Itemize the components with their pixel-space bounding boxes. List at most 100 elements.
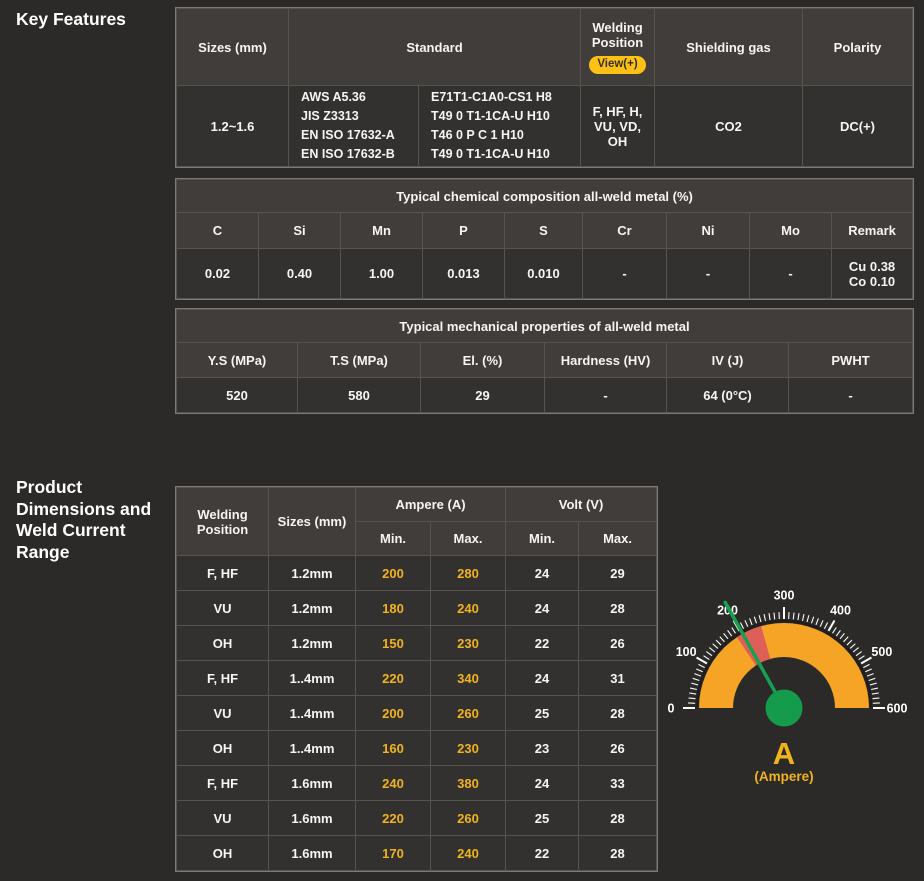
table-row: VU 1.2mm 180 240 24 28: [177, 591, 657, 626]
s-value: 0.010: [505, 249, 583, 299]
gauge-unit-symbol: A: [773, 736, 795, 771]
col-header-sizes: Sizes (mm): [269, 488, 356, 556]
col-header-mo: Mo: [750, 213, 832, 249]
ni-value: -: [667, 249, 750, 299]
position-cell: OH: [177, 626, 269, 661]
svg-text:500: 500: [871, 645, 892, 659]
svg-text:100: 100: [676, 645, 697, 659]
volt-max-cell: 26: [579, 731, 657, 766]
amp-min-cell: 240: [356, 766, 431, 801]
col-header-volt: Volt (V): [506, 488, 657, 522]
p-value: 0.013: [423, 249, 505, 299]
size-cell: 1..4mm: [269, 661, 356, 696]
spec-data-row: 1.2~1.6 AWS A5.36 JIS Z3313 EN ISO 17632…: [177, 86, 913, 167]
shielding-gas-value: CO2: [655, 86, 803, 167]
volt-min-cell: 24: [506, 661, 579, 696]
table-row: F, HF 1.2mm 200 280 24 29: [177, 556, 657, 591]
position-cell: F, HF: [177, 661, 269, 696]
amp-min-cell: 200: [356, 696, 431, 731]
amp-min-cell: 160: [356, 731, 431, 766]
si-value: 0.40: [259, 249, 341, 299]
iv-value: 64 (0°C): [667, 378, 789, 413]
amp-max-cell: 260: [431, 696, 506, 731]
volt-max-cell: 28: [579, 591, 657, 626]
col-header-amp-min: Min.: [356, 522, 431, 556]
volt-max-cell: 29: [579, 556, 657, 591]
gauge-hub: [766, 690, 803, 727]
volt-max-cell: 28: [579, 836, 657, 871]
volt-max-cell: 33: [579, 766, 657, 801]
amp-max-cell: 260: [431, 801, 506, 836]
standard-list-2: E71T1-C1A0-CS1 H8 T49 0 T1-1CA-U H10 T46…: [419, 86, 581, 167]
col-header-amp-max: Max.: [431, 522, 506, 556]
volt-min-cell: 24: [506, 556, 579, 591]
col-header-sizes: Sizes (mm): [177, 9, 289, 86]
current-header-row-1: Welding Position Sizes (mm) Ampere (A) V…: [177, 488, 657, 522]
volt-min-cell: 25: [506, 696, 579, 731]
section-title-product-dimensions: Product Dimensions and Weld Current Rang…: [16, 477, 178, 563]
col-header-iv: IV (J): [667, 343, 789, 378]
standard-list-1: AWS A5.36 JIS Z3313 EN ISO 17632-A EN IS…: [289, 86, 419, 167]
sizes-value: 1.2~1.6: [177, 86, 289, 167]
table-row: OH 1.2mm 150 230 22 26: [177, 626, 657, 661]
svg-text:300: 300: [774, 589, 795, 603]
table-row: F, HF 1.6mm 240 380 24 33: [177, 766, 657, 801]
volt-min-cell: 22: [506, 836, 579, 871]
volt-max-cell: 28: [579, 801, 657, 836]
amp-min-cell: 170: [356, 836, 431, 871]
size-cell: 1.2mm: [269, 556, 356, 591]
amp-max-cell: 230: [431, 731, 506, 766]
volt-min-cell: 24: [506, 766, 579, 801]
amp-max-cell: 230: [431, 626, 506, 661]
view-expand-button[interactable]: View(+): [589, 56, 645, 75]
amp-min-cell: 150: [356, 626, 431, 661]
col-header-cr: Cr: [583, 213, 667, 249]
chemical-data-row: 0.02 0.40 1.00 0.013 0.010 - - - Cu 0.38…: [177, 249, 913, 299]
col-header-c: C: [177, 213, 259, 249]
gauge-unit-label: (Ampere): [754, 769, 813, 784]
mechanical-properties-table: Typical mechanical properties of all-wel…: [176, 309, 913, 413]
el-value: 29: [421, 378, 545, 413]
col-header-volt-min: Min.: [506, 522, 579, 556]
position-cell: OH: [177, 731, 269, 766]
volt-max-cell: 26: [579, 626, 657, 661]
amp-min-cell: 180: [356, 591, 431, 626]
position-cell: VU: [177, 801, 269, 836]
svg-text:600: 600: [887, 702, 908, 716]
table-row: F, HF 1..4mm 220 340 24 31: [177, 661, 657, 696]
volt-min-cell: 25: [506, 801, 579, 836]
position-cell: VU: [177, 591, 269, 626]
ampere-gauge: A (Ampere) 0100200300400500600: [652, 576, 916, 784]
amp-max-cell: 340: [431, 661, 506, 696]
col-header-remark: Remark: [832, 213, 913, 249]
position-cell: F, HF: [177, 766, 269, 801]
size-cell: 1.6mm: [269, 766, 356, 801]
size-cell: 1..4mm: [269, 696, 356, 731]
pwht-value: -: [789, 378, 913, 413]
size-cell: 1.2mm: [269, 626, 356, 661]
cr-value: -: [583, 249, 667, 299]
ys-value: 520: [177, 378, 298, 413]
spec-table: Sizes (mm) Standard Welding Position Vie…: [176, 8, 913, 167]
table-row: VU 1.6mm 220 260 25 28: [177, 801, 657, 836]
volt-min-cell: 22: [506, 626, 579, 661]
mechanical-title-row: Typical mechanical properties of all-wel…: [177, 310, 913, 343]
volt-min-cell: 24: [506, 591, 579, 626]
col-header-s: S: [505, 213, 583, 249]
amp-max-cell: 240: [431, 591, 506, 626]
svg-text:400: 400: [830, 604, 851, 618]
col-header-ampere: Ampere (A): [356, 488, 506, 522]
amp-min-cell: 200: [356, 556, 431, 591]
amp-max-cell: 240: [431, 836, 506, 871]
volt-min-cell: 23: [506, 731, 579, 766]
welding-position-label: Welding Position: [585, 20, 650, 50]
size-cell: 1..4mm: [269, 731, 356, 766]
mechanical-table-title: Typical mechanical properties of all-wel…: [177, 310, 913, 343]
col-header-si: Si: [259, 213, 341, 249]
amp-max-cell: 380: [431, 766, 506, 801]
mechanical-header-row: Y.S (MPa) T.S (MPa) El. (%) Hardness (HV…: [177, 343, 913, 378]
table-row: OH 1.6mm 170 240 22 28: [177, 836, 657, 871]
section-title-key-features: Key Features: [16, 9, 178, 31]
ampere-gauge-svg: A (Ampere) 0100200300400500600: [652, 576, 916, 784]
position-cell: OH: [177, 836, 269, 871]
